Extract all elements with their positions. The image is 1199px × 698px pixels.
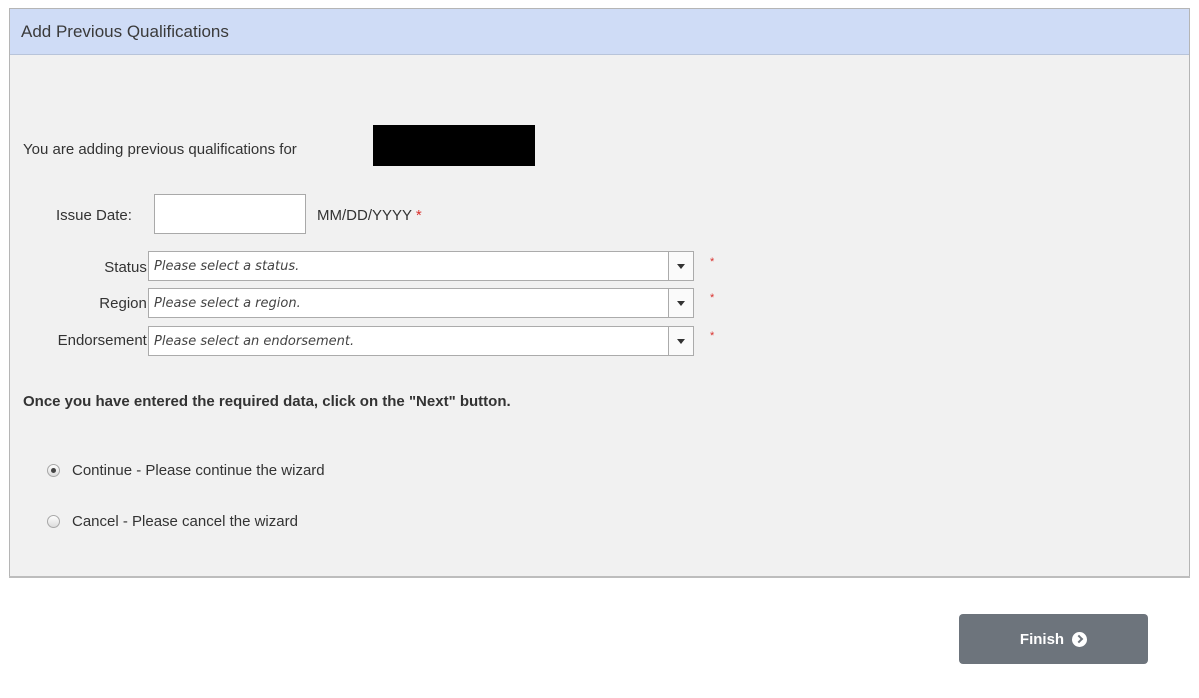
- finish-label: Finish: [1019, 630, 1065, 648]
- region-label: Region:: [99, 295, 151, 312]
- radio-label: Continue - Please continue the wizard: [72, 462, 325, 479]
- status-select[interactable]: Please select a status.: [148, 251, 694, 281]
- required-mark: *: [415, 207, 422, 224]
- chevron-down-icon[interactable]: [668, 252, 693, 280]
- status-label: Status:: [104, 259, 151, 276]
- endorsement-label: Endorsement:: [57, 332, 151, 349]
- panel-title: Add Previous Qualifications: [10, 9, 1189, 55]
- required-mark: *: [710, 292, 715, 304]
- issue-date-label: Issue Date:: [56, 207, 132, 224]
- region-placeholder: Please select a region.: [154, 296, 301, 311]
- redacted-name: [373, 125, 535, 166]
- radio-button[interactable]: [47, 464, 60, 477]
- chevron-down-icon[interactable]: [668, 289, 693, 317]
- instruction-text: Once you have entered the required data,…: [23, 393, 511, 410]
- radio-button[interactable]: [47, 515, 60, 528]
- required-mark: *: [710, 330, 715, 342]
- issue-date-input[interactable]: [154, 194, 306, 234]
- required-mark: *: [710, 256, 715, 268]
- status-placeholder: Please select a status.: [154, 259, 300, 274]
- chevron-down-icon[interactable]: [668, 327, 693, 355]
- intro-text: You are adding previous qualifications f…: [23, 141, 297, 158]
- date-format-hint: MM/DD/YYYY: [317, 207, 412, 224]
- endorsement-placeholder: Please select an endorsement.: [154, 334, 355, 349]
- footer-divider: [9, 576, 1190, 578]
- region-select[interactable]: Please select a region.: [148, 288, 694, 318]
- issue-date-hint: MM/DD/YYYY *: [317, 207, 422, 224]
- radio-option-continue[interactable]: Continue - Please continue the wizard: [47, 462, 325, 479]
- radio-label: Cancel - Please cancel the wizard: [72, 513, 298, 530]
- finish-button[interactable]: Finish: [959, 614, 1148, 664]
- chevron-circle-right-icon: [1072, 631, 1088, 647]
- endorsement-select[interactable]: Please select an endorsement.: [148, 326, 694, 356]
- radio-option-cancel[interactable]: Cancel - Please cancel the wizard: [47, 513, 298, 530]
